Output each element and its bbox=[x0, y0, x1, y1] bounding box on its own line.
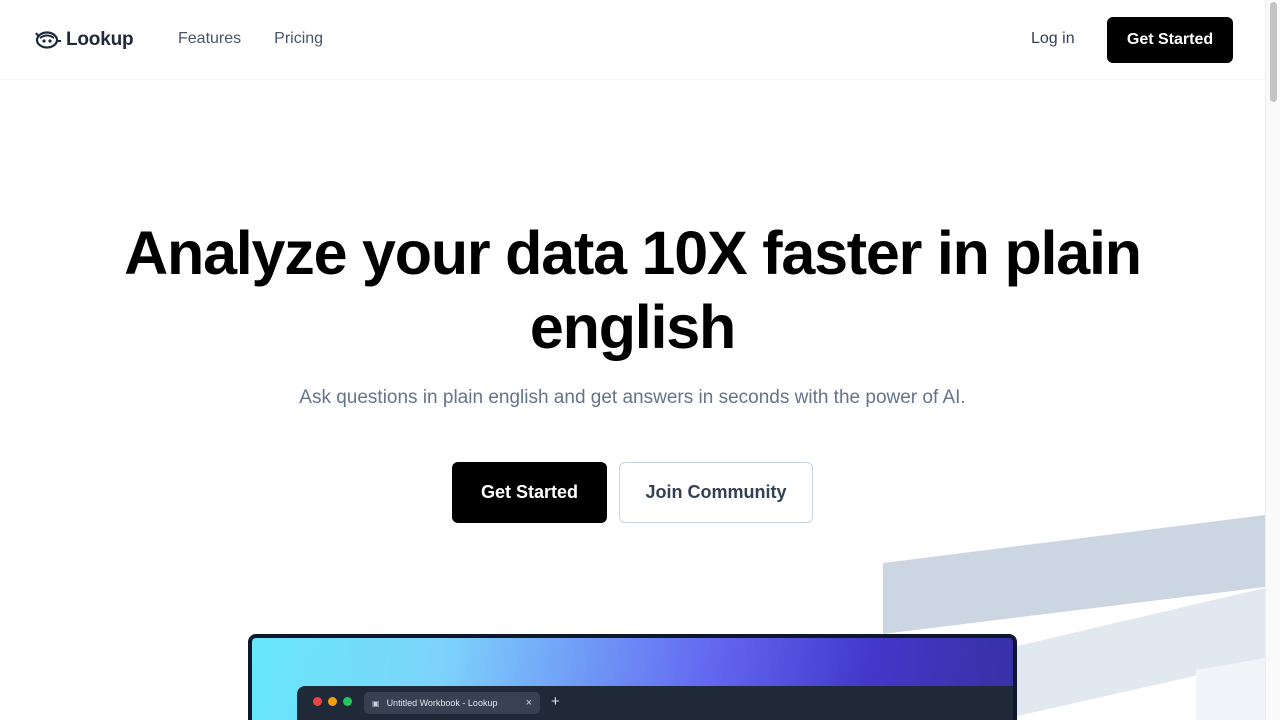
scrollbar-thumb[interactable] bbox=[1270, 2, 1277, 102]
tab-title: Untitled Workbook - Lookup bbox=[386, 698, 498, 708]
join-community-button[interactable]: Join Community bbox=[619, 462, 813, 523]
hero-title-line-2: english bbox=[529, 293, 736, 361]
hero-subtitle: Ask questions in plain english and get a… bbox=[299, 387, 966, 408]
login-link[interactable]: Log in bbox=[1031, 30, 1075, 48]
browser-window: ▣ Untitled Workbook - Lookup × + bbox=[297, 686, 1013, 720]
window-close-dot bbox=[313, 697, 322, 706]
browser-tab: ▣ Untitled Workbook - Lookup × bbox=[364, 692, 540, 714]
window-maximize-dot bbox=[343, 697, 352, 706]
hero-title: Analyze your data 10X faster in plain en… bbox=[0, 216, 1265, 364]
app-preview: ▣ Untitled Workbook - Lookup × + bbox=[248, 634, 1017, 720]
brand-name: Lookup bbox=[66, 29, 134, 50]
nav-link-features[interactable]: Features bbox=[178, 30, 241, 48]
header-get-started-button[interactable]: Get Started bbox=[1107, 17, 1233, 63]
window-controls bbox=[313, 697, 352, 706]
tab-close-icon: × bbox=[525, 697, 532, 709]
hero-title-line-1: Analyze your data 10X faster in plain bbox=[124, 219, 1142, 287]
logo-icon bbox=[35, 31, 61, 49]
site-header: Lookup Features Pricing Log in Get Start… bbox=[0, 0, 1265, 80]
new-tab-icon: + bbox=[551, 693, 560, 710]
main-nav: Features Pricing bbox=[178, 30, 323, 48]
brand-logo[interactable]: Lookup bbox=[34, 28, 134, 52]
window-minimize-dot bbox=[328, 697, 337, 706]
page-scrollbar[interactable] bbox=[1265, 0, 1280, 720]
nav-link-pricing[interactable]: Pricing bbox=[274, 30, 323, 48]
tab-favicon-icon: ▣ bbox=[372, 698, 380, 708]
get-started-button[interactable]: Get Started bbox=[452, 462, 607, 523]
